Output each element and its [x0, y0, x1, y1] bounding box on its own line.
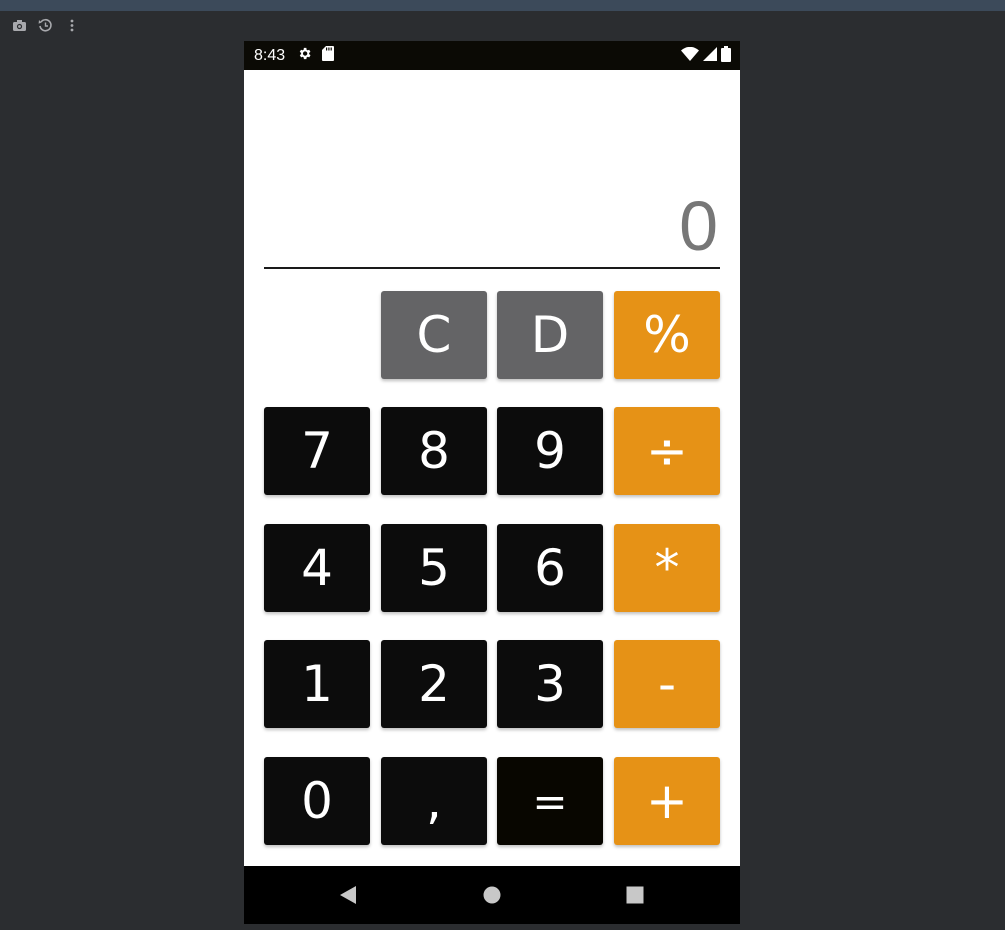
- digit-7-button[interactable]: 7: [264, 407, 370, 495]
- comma-button[interactable]: ,: [381, 757, 487, 845]
- percent-button[interactable]: %: [614, 291, 720, 379]
- navigation-bar: [244, 866, 740, 924]
- digit-1-button[interactable]: 1: [264, 640, 370, 728]
- settings-gear-icon: [297, 46, 312, 65]
- digit-3-button[interactable]: 3: [497, 640, 603, 728]
- more-options-icon[interactable]: [63, 17, 80, 34]
- battery-icon: [721, 45, 731, 66]
- delete-button[interactable]: D: [497, 291, 603, 379]
- recents-icon[interactable]: [615, 875, 655, 915]
- digit-0-button[interactable]: 0: [264, 757, 370, 845]
- digit-8-button[interactable]: 8: [381, 407, 487, 495]
- equals-button[interactable]: =: [497, 757, 603, 845]
- device-screen: 8:43 0 C D % 7 8 9 ÷ 4 5 6 * 1 2 3 - 0 ,…: [244, 41, 740, 924]
- multiply-button[interactable]: *: [614, 524, 720, 612]
- digit-5-button[interactable]: 5: [381, 524, 487, 612]
- plus-button[interactable]: +: [614, 757, 720, 845]
- digit-9-button[interactable]: 9: [497, 407, 603, 495]
- divide-button[interactable]: ÷: [614, 407, 720, 495]
- window-title-band: [0, 0, 1005, 11]
- sd-card-icon: [322, 46, 335, 65]
- wifi-icon: [681, 46, 699, 65]
- digit-2-button[interactable]: 2: [381, 640, 487, 728]
- calculator-display: 0: [264, 70, 720, 269]
- clear-button[interactable]: C: [381, 291, 487, 379]
- emulator-toolbar: [0, 11, 1005, 40]
- back-icon[interactable]: [328, 875, 368, 915]
- status-time: 8:43: [254, 46, 286, 64]
- digit-6-button[interactable]: 6: [497, 524, 603, 612]
- minus-button[interactable]: -: [614, 640, 720, 728]
- status-bar: 8:43: [244, 41, 740, 70]
- restore-snapshot-icon[interactable]: [37, 17, 54, 34]
- home-icon[interactable]: [472, 875, 512, 915]
- cell-signal-icon: [703, 46, 717, 65]
- camera-icon[interactable]: [11, 17, 28, 34]
- display-value: 0: [679, 187, 718, 265]
- digit-4-button[interactable]: 4: [264, 524, 370, 612]
